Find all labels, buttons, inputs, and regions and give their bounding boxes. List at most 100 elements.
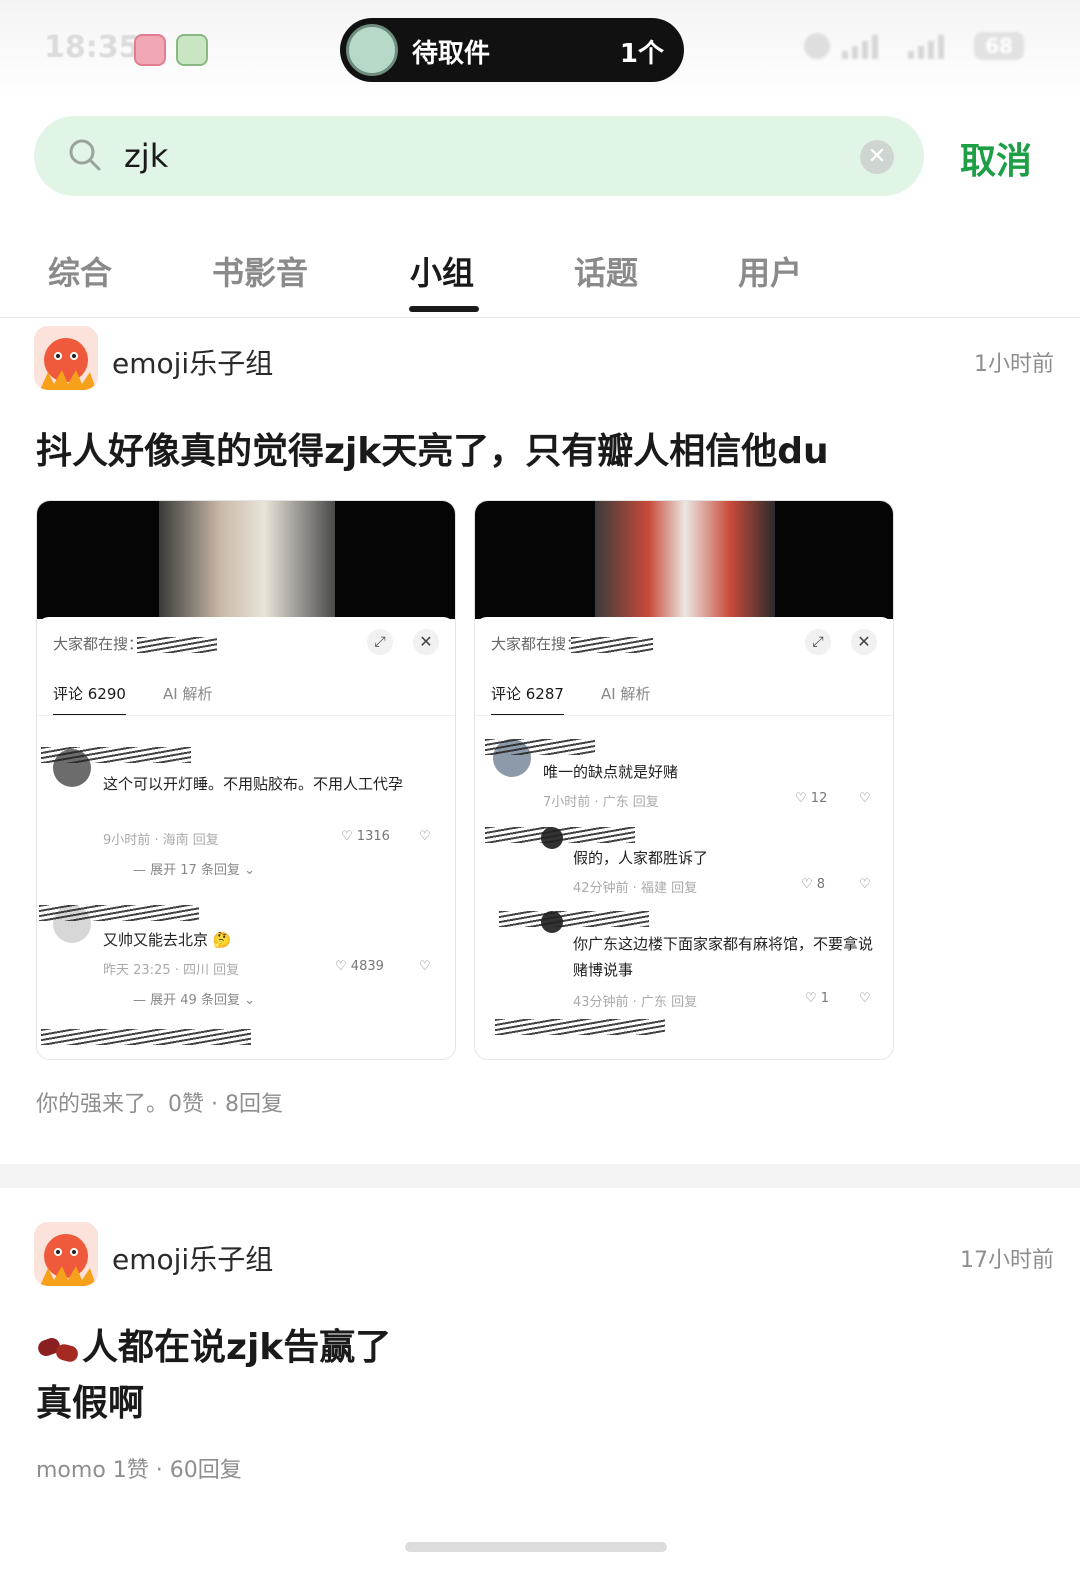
comment-meta: 7小时前 · 广东 回复	[543, 795, 659, 810]
close-icon: ✕	[413, 629, 439, 655]
trending-search-label: 大家都在搜：	[491, 635, 582, 653]
tab-bar: 综合 书影音 小组 话题 用户	[0, 238, 1080, 318]
comment-meta: 昨天 23:25 · 四川 回复	[103, 963, 240, 978]
search-bar[interactable]: ✕	[34, 116, 924, 196]
comment-panel: 大家都在搜： ⤢ ✕ 评论 6290 AI 解析 这个可以开灯睡。不用贴胶布。不…	[37, 617, 455, 1059]
battery-icon: 68	[974, 32, 1024, 60]
post-time: 17小时前	[960, 1248, 1054, 1273]
redaction-scribble	[39, 905, 199, 921]
group-avatar[interactable]	[34, 326, 98, 390]
live-activity-count: 1个	[619, 39, 664, 69]
status-time: 18:35	[44, 30, 140, 65]
redaction-scribble	[571, 637, 653, 653]
comment-text: 假的，人家都胜诉了	[573, 849, 709, 867]
video-still	[595, 501, 775, 619]
tab-users[interactable]: 用户	[738, 248, 802, 294]
divider	[37, 715, 455, 716]
system-icons: 68	[804, 32, 1024, 60]
clear-search-icon[interactable]: ✕	[860, 140, 894, 174]
post-title[interactable]: 人都在说zjk告赢了 真假啊	[35, 1320, 392, 1432]
like-count-value: 1316	[356, 829, 390, 844]
like-count: ♡ 1	[805, 991, 830, 1006]
post-image[interactable]: 大家都在搜： ⤢ ✕ 评论 6290 AI 解析 这个可以开灯睡。不用贴胶布。不…	[36, 500, 456, 1060]
redaction-scribble	[41, 747, 191, 763]
comment-text-value: 又帅又能去北京	[103, 931, 209, 949]
ai-analysis-tab: AI 解析	[601, 685, 651, 703]
post-meta: 你的强来了。0赞 · 8回复	[36, 1092, 283, 1117]
expand-replies-label: 展开 49 条回复	[150, 993, 240, 1008]
group-name[interactable]: emoji乐子组	[112, 1238, 273, 1278]
dislike-icon: ♡	[859, 791, 871, 806]
like-count-value: 4839	[350, 959, 384, 974]
fire-monster-icon	[34, 1222, 98, 1286]
post-meta: momo 1赞 · 60回复	[36, 1458, 242, 1483]
post-title[interactable]: 抖人好像真的觉得zjk天亮了，只有瓣人相信他du	[36, 424, 829, 480]
like-count: ♡ 12	[795, 791, 828, 806]
redaction-scribble	[41, 1029, 251, 1045]
post-title-line: 人都在说zjk告赢了	[35, 1320, 392, 1376]
parcel-app-icon	[346, 24, 398, 76]
comment-panel: 大家都在搜： ⤢ ✕ 评论 6287 AI 解析 唯一的缺点就是好赌 7小时前 …	[475, 617, 893, 1059]
like-count: ♡ 8	[801, 877, 826, 892]
search-input[interactable]	[124, 130, 844, 182]
notification-app-icon	[134, 34, 166, 66]
tab-general[interactable]: 综合	[48, 248, 112, 294]
video-frame	[475, 501, 893, 619]
section-divider	[0, 1164, 1080, 1188]
ai-analysis-tab: AI 解析	[163, 685, 213, 703]
like-count: ♡ 1316	[341, 829, 390, 844]
search-icon	[69, 139, 101, 171]
comments-tab: 评论 6287	[491, 683, 564, 716]
dislike-icon: ♡	[419, 959, 431, 974]
active-tab-indicator	[409, 306, 479, 312]
fire-monster-icon	[34, 326, 98, 390]
redaction-scribble	[499, 911, 649, 927]
expand-replies-label: 展开 17 条回复	[150, 863, 240, 878]
video-still	[159, 501, 335, 619]
redaction-scribble	[495, 1019, 665, 1035]
like-count-value: 12	[810, 791, 828, 806]
post-image[interactable]: 大家都在搜： ⤢ ✕ 评论 6287 AI 解析 唯一的缺点就是好赌 7小时前 …	[474, 500, 894, 1060]
like-count-value: 8	[816, 877, 826, 892]
redaction-scribble	[137, 637, 217, 653]
close-icon: ✕	[851, 629, 877, 655]
tab-topics[interactable]: 话题	[574, 248, 638, 294]
alarm-icon	[804, 33, 830, 59]
redaction-scribble	[485, 739, 595, 755]
post-time: 1小时前	[974, 352, 1054, 377]
like-count: ♡ 4839	[335, 959, 384, 974]
tab-books-movies-music[interactable]: 书影音	[212, 248, 308, 294]
expand-icon: ⤢	[367, 629, 393, 655]
dislike-icon: ♡	[859, 877, 871, 892]
comment-meta: 42分钟前 · 福建 回复	[573, 881, 698, 896]
comment-text: 你广东这边楼下面家家都有麻将馆，不要拿说赌博说事	[573, 935, 874, 979]
post-title-line1: 人都在说zjk告赢了	[82, 1327, 392, 1368]
trending-search-label: 大家都在搜：	[53, 635, 144, 653]
like-count-value: 1	[820, 991, 830, 1006]
video-frame	[37, 501, 455, 619]
group-avatar[interactable]	[34, 1222, 98, 1286]
notification-app-icon	[176, 34, 208, 66]
group-name[interactable]: emoji乐子组	[112, 342, 273, 382]
cancel-button[interactable]: 取消	[960, 132, 1032, 184]
divider	[475, 715, 893, 716]
expand-icon: ⤢	[805, 629, 831, 655]
live-activity-pill[interactable]: 待取件 1个	[340, 18, 684, 82]
live-activity-title: 待取件	[412, 39, 491, 69]
expand-replies: — 展开 17 条回复 ⌄	[133, 863, 255, 878]
home-indicator[interactable]	[405, 1542, 667, 1552]
comment-meta: 43分钟前 · 广东 回复	[573, 995, 698, 1010]
dislike-icon: ♡	[859, 991, 871, 1006]
tab-groups[interactable]: 小组	[410, 248, 474, 294]
signal-icon	[908, 33, 962, 59]
status-bar: 18:35 待取件 1个 68	[0, 0, 1080, 100]
signal-icon	[842, 33, 896, 59]
expand-replies: — 展开 49 条回复 ⌄	[133, 993, 255, 1008]
dislike-icon: ♡	[419, 829, 431, 844]
comments-tab: 评论 6290	[53, 683, 126, 716]
comment-text: 这个可以开灯睡。不用贴胶布。不用人工代孕	[103, 775, 404, 793]
comment-text: 唯一的缺点就是好赌	[543, 763, 679, 781]
comment-meta: 9小时前 · 海南 回复	[103, 833, 219, 848]
thinking-emoji-icon: 🤔	[212, 931, 232, 949]
beans-emoji-icon	[35, 1331, 82, 1367]
